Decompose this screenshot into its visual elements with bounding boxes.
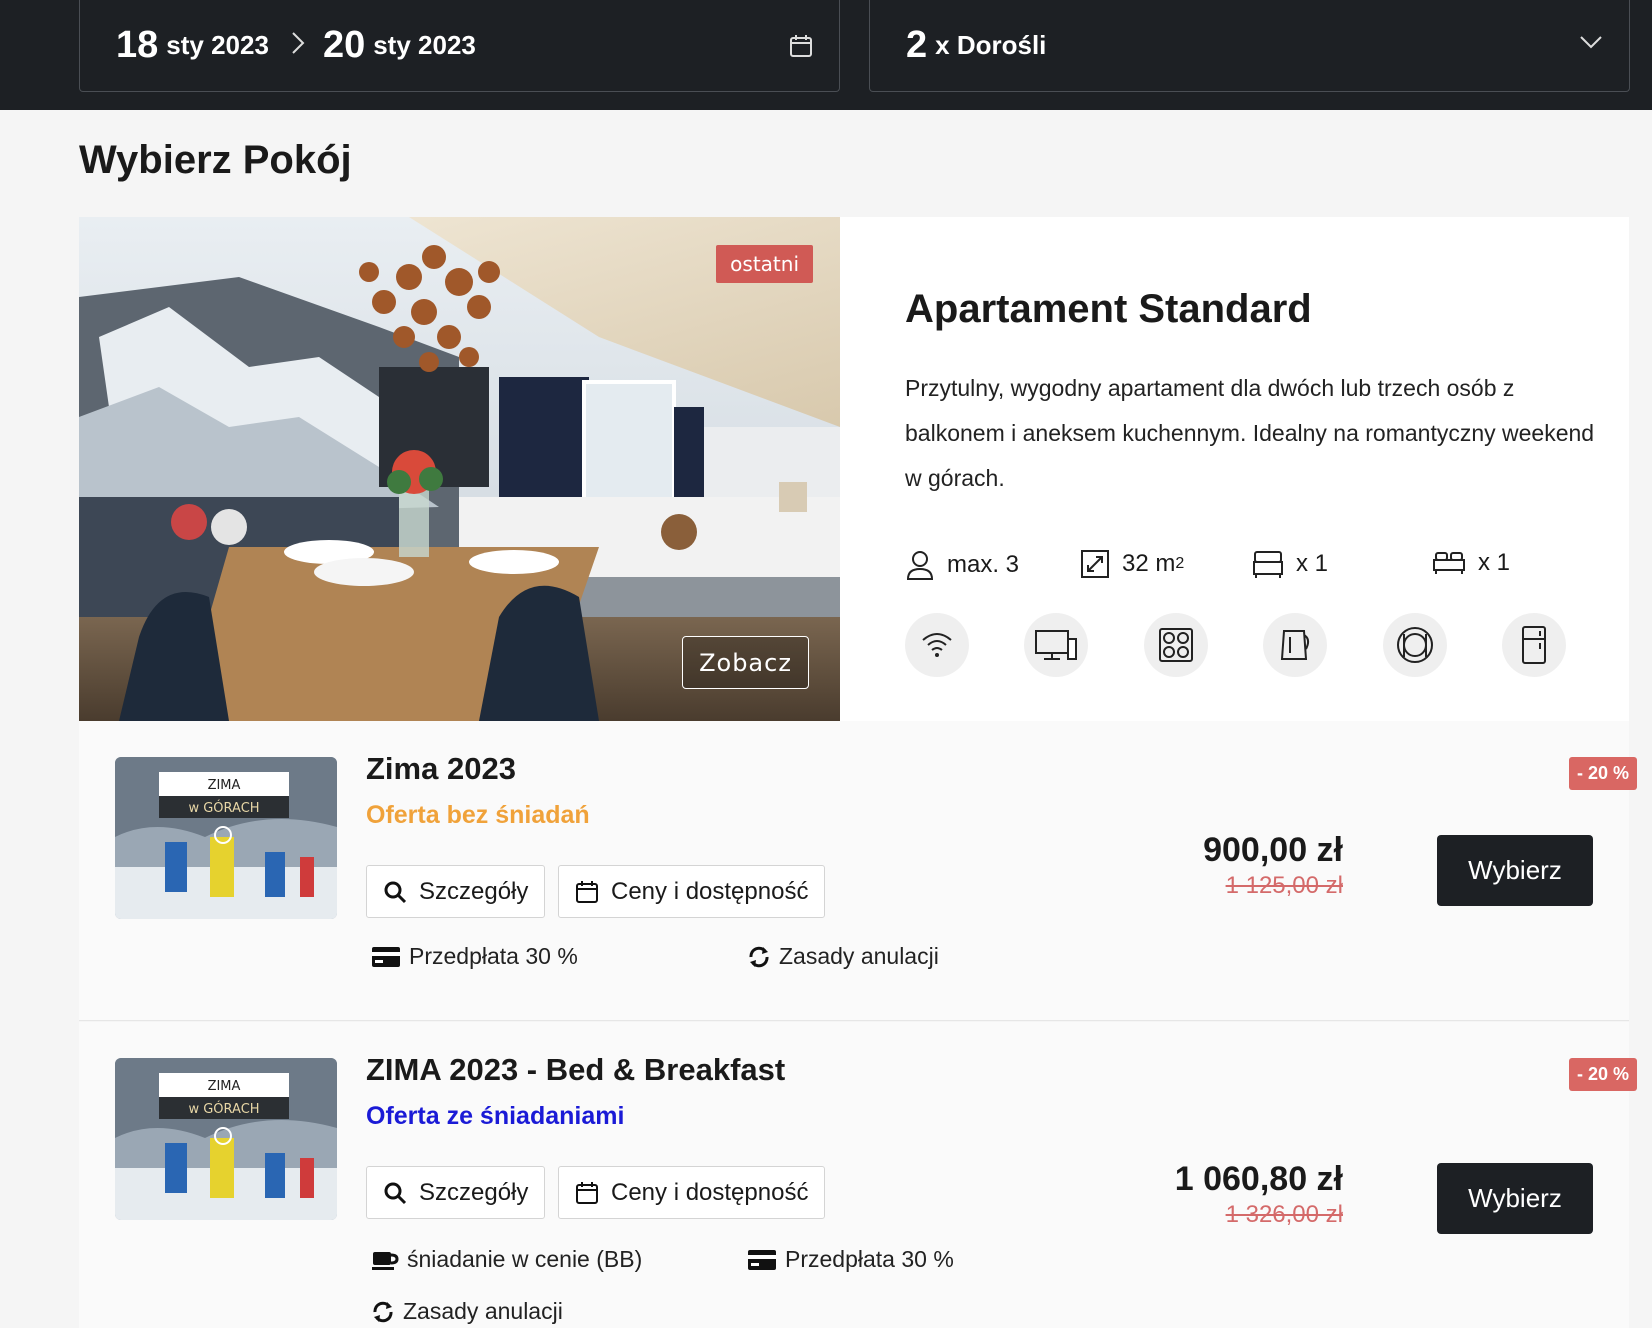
credit-card-icon [748,1249,776,1270]
capacity-spec: max. 3 [905,549,1019,581]
offer-title: Zima 2023 [366,751,516,786]
credit-card-icon [372,946,400,967]
single-bed-count: x 1 [1296,550,1329,577]
price-old: 1 125,00 zł [1225,872,1343,899]
cooktop-icon [1144,613,1208,677]
tv-icon [1024,613,1088,677]
room-description: Przytulny, wygodny apartament dla dwóch … [905,375,1595,491]
coffee-cup-icon [372,1251,399,1270]
prepayment-label: Przedpłata 30 % [785,1246,954,1272]
availability-label: Ceny i dostępność [611,877,809,905]
checkout-month-year: sty 2023 [373,30,476,60]
prepayment-label: Przedpłata 30 % [409,943,578,969]
checkout-day: 20 [322,24,366,66]
thumb-title-line1: ZIMA [208,1079,241,1094]
calendar-icon [576,1181,598,1204]
see-gallery-button[interactable]: Zobacz [682,636,809,689]
search-icon [384,881,407,903]
checkin-day: 18 [116,24,159,66]
offer-card: ZIMA w GÓRACH Zima 2023 Oferta bez śniad… [79,721,1637,1021]
choose-button[interactable]: Wybierz [1437,1163,1593,1234]
prepayment-info: Przedpłata 30 % [747,1246,954,1273]
price-block: 900,00 zł 1 125,00 zł [1203,831,1343,900]
cancellation-policy-link[interactable]: Zasady anulacji [747,943,939,970]
details-label: Szczegóły [419,1178,529,1206]
offer-subtitle: Oferta bez śniadań [366,801,590,829]
room-info: Apartament Standard Przytulny, wygodny a… [905,287,1605,501]
price-now: 900,00 zł [1203,831,1343,869]
booking-search-bar: 18 sty 2023 20 sty 2023 2 x Dorośli [0,0,1652,110]
refresh-icon [749,946,769,967]
person-icon [906,551,934,580]
last-room-badge: ostatni [716,245,813,283]
area-icon [1081,550,1109,578]
calendar-icon[interactable] [789,34,813,62]
thumb-title-line2: w GÓRACH [188,1101,259,1117]
cancellation-label: Zasady anulacji [779,943,939,969]
thumb-title-line1: ZIMA [208,778,241,793]
area-value: 32 m [1122,550,1176,577]
chevron-down-icon[interactable] [1579,34,1603,53]
discount-badge: - 20 % [1568,1058,1637,1091]
price-now: 1 060,80 zł [1174,1160,1343,1198]
calendar-icon [576,880,598,903]
offer-thumbnail[interactable]: ZIMA w GÓRACH [115,757,337,919]
offer-card: ZIMA w GÓRACH ZIMA 2023 - Bed & Breakfas… [79,1022,1637,1328]
guests-label: x Dorośli [935,30,1047,60]
dining-icon [1383,613,1447,677]
breakfast-label: śniadanie w cenie (BB) [407,1246,643,1272]
room-specs: max. 3 32 m2 x 1 x 1 [905,549,1605,589]
single-bed-icon [1253,551,1283,578]
double-bed-count: x 1 [1478,549,1511,576]
choose-button[interactable]: Wybierz [1437,835,1593,906]
page-title: Wybierz Pokój [79,138,352,182]
room-photo[interactable]: ostatni Zobacz [79,217,840,721]
checkin-month-year: sty 2023 [166,30,269,60]
cancellation-policy-link[interactable]: Zasady anulacji [371,1298,563,1325]
fridge-icon [1502,613,1566,677]
double-bed-icon [1433,552,1465,574]
offer-title: ZIMA 2023 - Bed & Breakfast [366,1052,786,1087]
availability-button[interactable]: Ceny i dostępność [558,1166,826,1219]
details-label: Szczegóły [419,877,529,905]
wifi-icon [905,613,969,677]
capacity-value: max. 3 [947,551,1020,578]
cancellation-label: Zasady anulacji [403,1298,563,1324]
chevron-right-icon [291,29,305,62]
kettle-icon [1263,613,1327,677]
area-spec: 32 m2 [1080,549,1184,579]
details-button[interactable]: Szczegóły [366,865,546,918]
details-button[interactable]: Szczegóły [366,1166,546,1219]
area-unit-superscript: 2 [1175,555,1185,572]
breakfast-info: śniadanie w cenie (BB) [371,1246,642,1273]
room-card: ostatni Zobacz Apartament Standard Przyt… [79,217,1629,721]
refresh-icon [373,1301,393,1322]
single-bed-spec: x 1 [1252,549,1328,579]
thumb-title-line2: w GÓRACH [188,800,259,816]
discount-badge: - 20 % [1568,757,1637,790]
availability-label: Ceny i dostępność [611,1178,809,1206]
offer-subtitle: Oferta ze śniadaniami [366,1102,625,1130]
prepayment-info: Przedpłata 30 % [371,943,578,970]
double-bed-spec: x 1 [1432,549,1510,577]
search-icon [384,1182,407,1204]
price-block: 1 060,80 zł 1 326,00 zł [1175,1160,1343,1229]
room-name: Apartament Standard [905,287,1312,331]
availability-button[interactable]: Ceny i dostępność [558,865,826,918]
guests-field[interactable]: 2 x Dorośli [869,0,1630,92]
date-range-field[interactable]: 18 sty 2023 20 sty 2023 [79,0,840,92]
price-old: 1 326,00 zł [1225,1201,1343,1228]
offer-thumbnail[interactable]: ZIMA w GÓRACH [115,1058,337,1220]
guests-count: 2 [906,24,928,66]
